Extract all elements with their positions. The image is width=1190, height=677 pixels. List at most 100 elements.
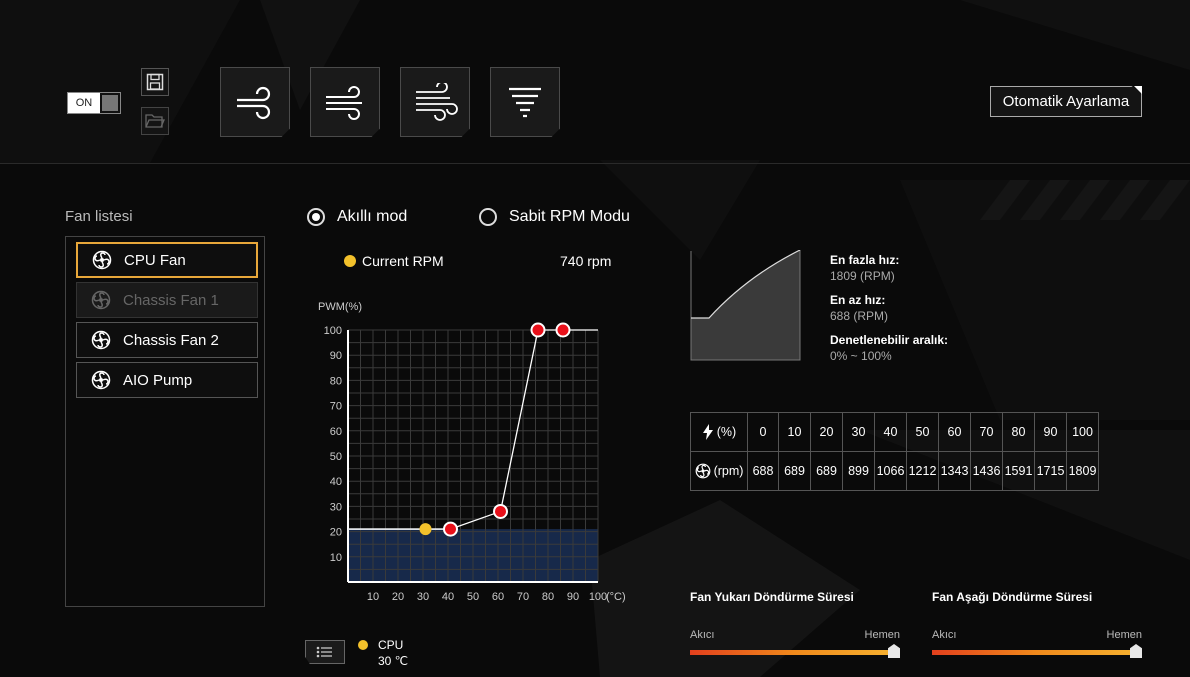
toggle-knob xyxy=(102,95,118,111)
y-tick-label: 100 xyxy=(324,325,342,337)
range-value: 0% ~ 100% xyxy=(830,349,892,363)
pwm-cell: 10 xyxy=(778,412,811,452)
fan-item-label: Chassis Fan 2 xyxy=(123,331,219,349)
rpm-row: (rpm) 688 689 689 899 1066 1212 1343 143… xyxy=(690,451,1099,491)
fan-icon xyxy=(92,250,112,270)
min-speed-value: 688 (RPM) xyxy=(830,309,889,323)
curve-control-point[interactable] xyxy=(493,503,508,519)
spin-up-slider-handle[interactable] xyxy=(888,644,900,658)
x-tick-label: 10 xyxy=(367,591,379,603)
sensor-temp: 30 ℃ xyxy=(378,654,409,668)
curve-control-point[interactable] xyxy=(443,521,458,537)
pwm-cell: 0 xyxy=(747,412,779,452)
fan-item-label: AIO Pump xyxy=(123,371,193,389)
x-tick-label: 60 xyxy=(492,591,504,603)
rpm-cell: 688 xyxy=(747,451,779,491)
smart-mode-label: Akıllı mod xyxy=(337,208,408,225)
x-axis-unit: (°C) xyxy=(606,591,626,603)
x-tick-label: 100 xyxy=(589,591,607,603)
current-rpm-legend: Current RPM xyxy=(344,253,444,269)
min-speed-label: En az hız: xyxy=(830,293,886,307)
y-tick-label: 20 xyxy=(330,527,342,539)
rpm-header-cell: (rpm) xyxy=(690,451,748,491)
spin-down-right-label: Hemen xyxy=(1106,629,1142,641)
y-tick-label: 10 xyxy=(330,552,342,564)
rpm-cell: 1066 xyxy=(874,451,907,491)
wind-performance-icon xyxy=(416,83,458,121)
pwm-cell: 80 xyxy=(1002,412,1035,452)
x-tick-label: 50 xyxy=(467,591,479,603)
range-info: Denetlenebilir aralık: 0% ~ 100% xyxy=(830,333,948,363)
radio-indicator xyxy=(307,208,325,226)
y-tick-label: 80 xyxy=(330,375,342,387)
fan-curve-chart[interactable]: PWM(%) 10 20 30 40 50 60 70 80 90 100 10 20 30 40 50 60 7… xyxy=(305,290,645,610)
max-speed-label: En fazla hız: xyxy=(830,253,900,267)
sensor-name: CPU xyxy=(378,638,404,652)
y-tick-label: 40 xyxy=(330,476,342,488)
performance-mode-button[interactable] xyxy=(400,67,470,137)
auto-tune-button[interactable]: Otomatik Ayarlama xyxy=(990,86,1142,117)
fixed-rpm-label: Sabit RPM Modu xyxy=(509,208,630,225)
rpm-cell: 689 xyxy=(810,451,843,491)
x-tick-label: 20 xyxy=(392,591,404,603)
x-tick-label: 90 xyxy=(567,591,579,603)
spin-down-slider-track[interactable] xyxy=(932,650,1142,655)
spin-up-left-label: Akıcı xyxy=(690,629,715,641)
y-tick-label: 60 xyxy=(330,426,342,438)
fan-item-cpu-fan[interactable]: CPU Fan xyxy=(76,242,258,278)
pwm-cell: 30 xyxy=(842,412,875,452)
folder-icon xyxy=(145,114,165,128)
fan-item-aio-pump[interactable]: AIO Pump xyxy=(76,362,258,398)
y-axis-label: PWM(%) xyxy=(318,301,362,313)
list-icon xyxy=(316,646,332,658)
pwm-cell: 20 xyxy=(810,412,843,452)
fan-item-chassis-fan-2[interactable]: Chassis Fan 2 xyxy=(76,322,258,358)
rpm-cell: 1212 xyxy=(906,451,939,491)
spin-down-title: Fan Aşağı Döndürme Süresi xyxy=(932,590,1093,604)
spin-down-left-label: Akıcı xyxy=(932,629,957,641)
x-tick-label: 80 xyxy=(542,591,554,603)
pwm-cell: 90 xyxy=(1034,412,1067,452)
open-button[interactable] xyxy=(141,107,169,135)
sensor-list-button[interactable] xyxy=(305,640,345,664)
fan-icon xyxy=(91,370,111,390)
fan-icon xyxy=(695,463,710,479)
tornado-icon xyxy=(509,87,541,118)
spin-up-slider-track[interactable] xyxy=(690,650,900,655)
current-rpm-value: 740 rpm xyxy=(560,253,612,269)
silent-mode-button[interactable] xyxy=(220,67,290,137)
spin-up-slider-block: Fan Yukarı Döndürme Süresi Akıcı Hemen xyxy=(690,590,900,658)
rpm-cell: 1809 xyxy=(1066,451,1099,491)
save-icon xyxy=(146,73,164,91)
lightning-icon xyxy=(702,424,713,440)
spin-down-slider-handle[interactable] xyxy=(1130,644,1142,658)
max-speed-value: 1809 (RPM) xyxy=(830,269,895,283)
pwm-row: (%) 0 10 20 30 40 50 60 70 80 90 100 xyxy=(690,412,1099,452)
auto-tune-corner xyxy=(1134,86,1142,94)
rpm-cell: 1715 xyxy=(1034,451,1067,491)
header-divider xyxy=(0,163,1190,164)
pwm-cell: 60 xyxy=(938,412,971,452)
x-tick-label: 30 xyxy=(417,591,429,603)
full-speed-mode-button[interactable] xyxy=(490,67,560,137)
spin-up-right-label: Hemen xyxy=(864,629,900,641)
toggle-label: ON xyxy=(68,93,100,113)
fan-item-label: CPU Fan xyxy=(124,251,186,269)
fan-item-chassis-fan-1[interactable]: Chassis Fan 1 xyxy=(76,282,258,318)
rpm-cell: 1343 xyxy=(938,451,971,491)
curve-control-point[interactable] xyxy=(530,322,546,338)
standard-mode-button[interactable] xyxy=(310,67,380,137)
fixed-rpm-radio[interactable]: Sabit RPM Modu xyxy=(479,208,630,226)
pwm-rpm-table: (%) 0 10 20 30 40 50 60 70 80 90 100 (rp… xyxy=(690,412,1099,491)
y-tick-label: 50 xyxy=(330,451,342,463)
pwm-cell: 40 xyxy=(874,412,907,452)
pwm-header: (%) xyxy=(716,425,737,439)
pwm-cell: 70 xyxy=(970,412,1003,452)
power-toggle[interactable]: ON xyxy=(67,92,121,114)
pwm-header-cell: (%) xyxy=(690,412,748,452)
pwm-cell: 50 xyxy=(906,412,939,452)
curve-control-point[interactable] xyxy=(555,322,571,338)
smart-mode-radio[interactable]: Akıllı mod xyxy=(307,208,407,226)
save-button[interactable] xyxy=(141,68,169,96)
fan-list-title: Fan listesi xyxy=(65,208,133,225)
